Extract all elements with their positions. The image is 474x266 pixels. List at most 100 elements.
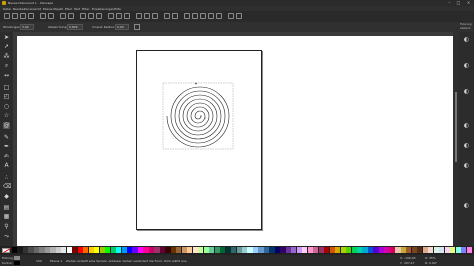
rect-icon[interactable]: □ xyxy=(3,84,10,91)
color-swatch[interactable] xyxy=(77,247,83,253)
color-swatch[interactable] xyxy=(192,247,198,253)
color-swatch[interactable] xyxy=(214,247,220,253)
layers-icon[interactable] xyxy=(200,13,206,19)
color-swatch[interactable] xyxy=(247,247,253,253)
current-layer[interactable]: Ebene 1 xyxy=(50,259,62,263)
bucket-icon[interactable]: ◆ xyxy=(3,193,10,200)
color-swatch[interactable] xyxy=(439,247,445,253)
color-swatch[interactable] xyxy=(50,247,56,253)
export-icon[interactable] xyxy=(48,13,54,19)
color-swatch[interactable] xyxy=(373,247,379,253)
color-swatch[interactable] xyxy=(231,247,237,253)
spiral-icon[interactable]: @ xyxy=(3,122,10,129)
snap-page-icon[interactable]: ◐ xyxy=(463,122,470,129)
color-swatch[interactable] xyxy=(88,247,94,253)
color-swatch[interactable] xyxy=(66,247,72,253)
color-swatch[interactable] xyxy=(176,247,182,253)
color-swatch[interactable] xyxy=(263,247,270,253)
eraser-icon[interactable]: ⌫ xyxy=(3,183,11,190)
clone-icon[interactable] xyxy=(144,13,150,19)
align-icon[interactable] xyxy=(216,13,222,19)
color-swatch[interactable] xyxy=(444,247,450,253)
color-swatch[interactable] xyxy=(33,247,40,253)
zoom-drawing-icon[interactable] xyxy=(116,13,122,19)
color-swatch[interactable] xyxy=(209,247,215,253)
color-swatch[interactable] xyxy=(269,247,275,253)
stroke-indicator[interactable] xyxy=(14,261,20,265)
duplicate-icon[interactable] xyxy=(136,13,142,19)
color-swatch[interactable] xyxy=(242,247,248,253)
connector-icon[interactable]: ⤳ xyxy=(3,233,10,240)
color-swatch[interactable] xyxy=(198,247,204,253)
snap-guide-icon[interactable]: ◐ xyxy=(463,142,470,149)
color-swatch[interactable] xyxy=(116,247,122,253)
color-swatch[interactable] xyxy=(389,247,396,253)
cut-icon[interactable] xyxy=(88,13,94,19)
color-swatch[interactable] xyxy=(203,247,209,253)
color-swatch[interactable] xyxy=(384,247,390,253)
color-swatch[interactable] xyxy=(252,247,259,253)
color-swatch[interactable] xyxy=(225,247,231,253)
color-swatch[interactable] xyxy=(461,247,467,253)
color-swatch[interactable] xyxy=(236,247,242,253)
color-swatch[interactable] xyxy=(450,247,456,253)
color-swatch[interactable] xyxy=(137,247,144,253)
color-swatch[interactable] xyxy=(187,247,193,253)
snap-center-icon[interactable]: ◐ xyxy=(463,162,470,169)
color-swatch[interactable] xyxy=(127,247,133,253)
color-swatch[interactable] xyxy=(154,247,160,253)
gradient-icon[interactable]: ▤ xyxy=(3,204,10,211)
copy-icon[interactable] xyxy=(80,13,86,19)
color-swatch[interactable] xyxy=(94,247,100,253)
color-swatch[interactable] xyxy=(258,247,264,253)
divergence-field[interactable]: 0,829 xyxy=(67,24,83,30)
group-icon[interactable] xyxy=(164,13,170,19)
color-swatch[interactable] xyxy=(28,247,34,253)
new-document-icon[interactable] xyxy=(4,13,10,19)
color-swatch[interactable] xyxy=(285,247,291,253)
reset-icon[interactable] xyxy=(134,24,140,30)
measure-icon[interactable]: ↔ xyxy=(3,72,10,79)
opacity-value[interactable]: 100 xyxy=(36,259,42,263)
color-swatch[interactable] xyxy=(318,247,324,253)
snap-nodes-icon[interactable]: ◐ xyxy=(463,88,470,95)
zoom-page-icon[interactable] xyxy=(124,13,130,19)
snap-grid-icon[interactable]: ◐ xyxy=(463,202,470,209)
color-swatch[interactable] xyxy=(302,247,308,253)
color-swatch[interactable] xyxy=(296,247,302,253)
snap-bbox-icon[interactable]: ◐ xyxy=(463,62,470,69)
color-swatch[interactable] xyxy=(340,247,346,253)
color-swatch[interactable] xyxy=(170,247,176,253)
color-swatch[interactable] xyxy=(367,247,374,253)
xml-editor-icon[interactable] xyxy=(208,13,214,19)
unlink-clone-icon[interactable] xyxy=(152,13,158,19)
color-swatch[interactable] xyxy=(428,247,434,253)
scrollbar-thumb[interactable] xyxy=(455,92,457,162)
snap-toggle-icon[interactable]: ◐ xyxy=(463,36,470,43)
inner-radius-field[interactable]: 0,00 xyxy=(115,24,129,30)
color-swatch[interactable] xyxy=(55,247,61,253)
color-swatch[interactable] xyxy=(291,247,297,253)
color-swatch[interactable] xyxy=(357,247,363,253)
tweak-icon[interactable]: ⁂ xyxy=(3,53,10,60)
inner-handle[interactable] xyxy=(200,115,202,117)
color-swatch[interactable] xyxy=(417,247,423,253)
color-swatch[interactable] xyxy=(351,247,357,253)
document-properties-icon[interactable] xyxy=(236,13,242,19)
zoom-selection-icon[interactable] xyxy=(108,13,114,19)
star-icon[interactable]: ☆ xyxy=(3,112,10,119)
color-swatch[interactable] xyxy=(274,247,281,253)
color-swatch[interactable] xyxy=(132,247,138,253)
spiral-drawing[interactable]: × xyxy=(160,80,236,152)
paste-icon[interactable] xyxy=(96,13,102,19)
color-swatch[interactable] xyxy=(61,247,67,253)
color-swatch[interactable] xyxy=(324,247,330,253)
color-swatch[interactable] xyxy=(422,247,428,253)
color-swatch[interactable] xyxy=(329,247,335,253)
color-swatch[interactable] xyxy=(433,247,439,253)
color-swatch[interactable] xyxy=(12,247,18,253)
color-swatch[interactable] xyxy=(165,247,171,253)
rotation-value[interactable]: 0,00° xyxy=(429,261,437,265)
color-swatch[interactable] xyxy=(307,247,313,253)
color-swatch[interactable] xyxy=(455,247,461,253)
